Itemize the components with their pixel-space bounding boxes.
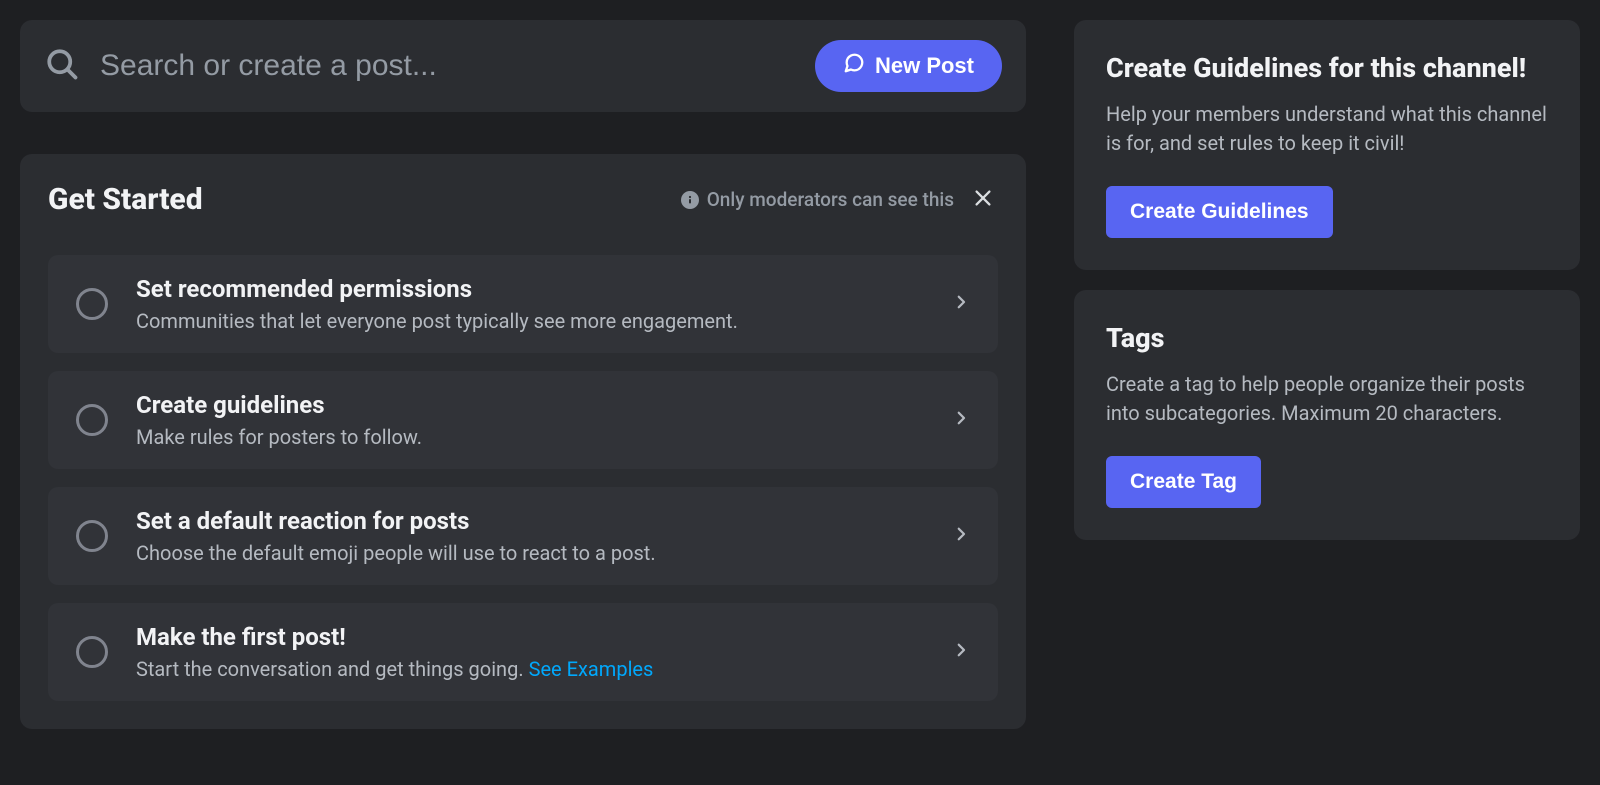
step-desc: Communities that let everyone post typic… — [136, 309, 924, 333]
chevron-right-icon — [952, 641, 970, 663]
step-desc: Choose the default emoji people will use… — [136, 541, 924, 565]
tags-card: Tags Create a tag to help people organiz… — [1074, 290, 1580, 540]
create-guidelines-button[interactable]: Create Guidelines — [1106, 186, 1333, 238]
search-bar: New Post — [20, 20, 1026, 112]
get-started-panel: Get Started Only moderators can see this — [20, 154, 1026, 729]
step-title: Create guidelines — [136, 391, 924, 419]
search-icon — [44, 46, 80, 86]
new-post-button[interactable]: New Post — [815, 40, 1002, 92]
step-title: Set recommended permissions — [136, 275, 924, 303]
step-desc: Start the conversation and get things go… — [136, 657, 924, 681]
chat-icon — [843, 52, 865, 80]
step-desc: Make rules for posters to follow. — [136, 425, 924, 449]
step-default-reaction[interactable]: Set a default reaction for posts Choose … — [48, 487, 998, 585]
get-started-title: Get Started — [48, 182, 203, 217]
step-title: Set a default reaction for posts — [136, 507, 924, 535]
step-status-circle — [76, 404, 108, 436]
tags-desc: Create a tag to help people organize the… — [1106, 370, 1548, 428]
step-title: Make the first post! — [136, 623, 924, 651]
step-status-circle — [76, 288, 108, 320]
step-status-circle — [76, 520, 108, 552]
guidelines-desc: Help your members understand what this c… — [1106, 100, 1548, 158]
info-icon — [681, 191, 699, 209]
step-first-post[interactable]: Make the first post! Start the conversat… — [48, 603, 998, 701]
chevron-right-icon — [952, 409, 970, 431]
step-set-permissions[interactable]: Set recommended permissions Communities … — [48, 255, 998, 353]
guidelines-title: Create Guidelines for this channel! — [1106, 52, 1548, 84]
see-examples-link[interactable]: See Examples — [529, 657, 654, 681]
search-input[interactable] — [100, 49, 795, 83]
moderator-note: Only moderators can see this — [707, 188, 954, 211]
tags-title: Tags — [1106, 322, 1548, 354]
step-create-guidelines[interactable]: Create guidelines Make rules for posters… — [48, 371, 998, 469]
create-tag-button[interactable]: Create Tag — [1106, 456, 1261, 508]
step-status-circle — [76, 636, 108, 668]
close-button[interactable] — [968, 183, 998, 216]
guidelines-card: Create Guidelines for this channel! Help… — [1074, 20, 1580, 270]
close-icon — [972, 197, 994, 212]
new-post-label: New Post — [875, 53, 974, 79]
chevron-right-icon — [952, 293, 970, 315]
chevron-right-icon — [952, 525, 970, 547]
